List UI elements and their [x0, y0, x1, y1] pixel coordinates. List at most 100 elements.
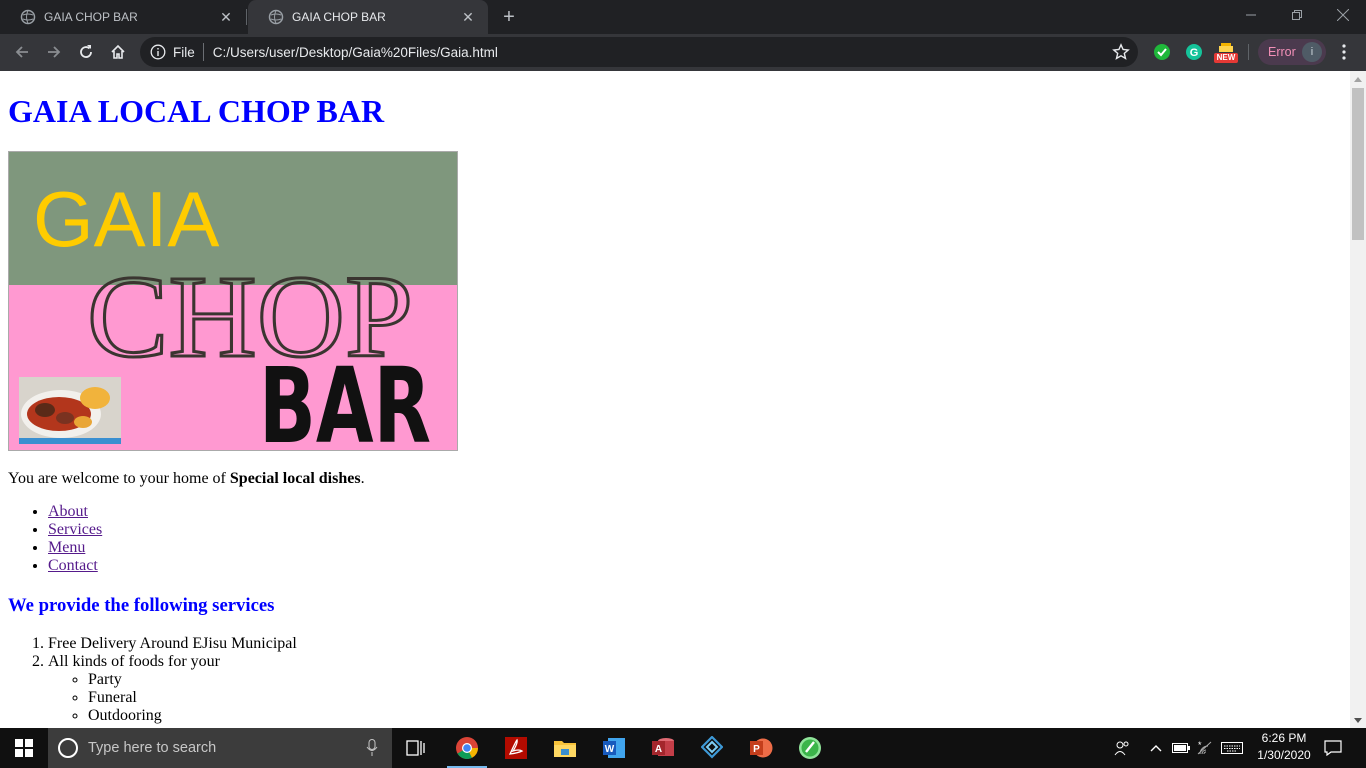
word-icon: W: [603, 738, 625, 758]
omnibox-divider: [202, 43, 204, 61]
services-heading: We provide the following services: [8, 594, 275, 616]
minimize-button[interactable]: [1228, 0, 1274, 30]
keyboard-button[interactable]: [1220, 728, 1244, 768]
acrobat-taskbar-button[interactable]: [492, 728, 540, 768]
new-tab-button[interactable]: +: [496, 5, 522, 29]
reload-icon: [80, 45, 92, 58]
page-title: GAIA LOCAL CHOP BAR: [8, 93, 385, 129]
sourcetree-taskbar-button[interactable]: [688, 728, 736, 768]
powerpoint-icon: P: [750, 738, 773, 758]
restore-button[interactable]: [1274, 0, 1320, 30]
task-view-button[interactable]: [392, 728, 440, 768]
battery-icon: [1172, 743, 1190, 753]
list-item: All kinds of foods for your Party Funera…: [48, 653, 1342, 725]
list-item: About: [48, 503, 1342, 521]
svg-text:W: W: [605, 744, 615, 755]
acrobat-icon: [505, 737, 527, 759]
toolbar-divider: [1248, 44, 1249, 60]
tab-title: GAIA CHOP BAR: [44, 10, 138, 24]
word-taskbar-button[interactable]: W: [590, 728, 638, 768]
occasions-list: Party Funeral Outdooring: [88, 671, 1342, 725]
close-tab-icon[interactable]: ✕: [460, 9, 476, 25]
browser-tab-1[interactable]: GAIA CHOP BAR ✕: [0, 0, 246, 34]
people-button[interactable]: [1110, 728, 1134, 768]
menu-button[interactable]: [1334, 42, 1354, 62]
scroll-down-arrow-icon[interactable]: [1350, 712, 1366, 728]
list-item: Outdooring: [88, 707, 1342, 725]
close-tab-icon[interactable]: ✕: [218, 9, 234, 25]
list-item: Party: [88, 671, 1342, 689]
nav-link-list: About Services Menu Contact: [48, 503, 1342, 575]
forward-arrow-icon: [48, 46, 61, 58]
chrome-taskbar-button[interactable]: [443, 728, 491, 768]
cortana-circle-icon: [58, 738, 78, 758]
grammarly-icon[interactable]: G: [1184, 42, 1204, 62]
food-photo: [19, 376, 121, 444]
chevron-up-icon: [1150, 745, 1162, 752]
new-badge-extension-icon[interactable]: NEW: [1213, 40, 1239, 66]
battery-status[interactable]: [1170, 728, 1192, 768]
contact-link[interactable]: Contact: [48, 557, 98, 574]
windows-taskbar: Type here to search W A P * 6:26 PM 1/30…: [0, 728, 1366, 768]
new-badge-label: NEW: [1216, 53, 1236, 62]
forward-button[interactable]: [40, 38, 68, 66]
url-text[interactable]: C:/Users/user/Desktop/Gaia%20Files/Gaia.…: [213, 45, 498, 60]
notepadpp-taskbar-button[interactable]: [786, 728, 834, 768]
scroll-up-arrow-icon[interactable]: [1350, 71, 1366, 87]
info-icon[interactable]: [150, 44, 166, 60]
wifi-status[interactable]: *: [1194, 728, 1216, 768]
list-item: Services: [48, 521, 1342, 539]
close-window-button[interactable]: [1320, 0, 1366, 30]
welcome-suffix: .: [360, 469, 365, 487]
page-viewport: GAIA LOCAL CHOP BAR GAIA CHOP BAR You ar…: [0, 71, 1350, 728]
powerpoint-taskbar-button[interactable]: P: [737, 728, 785, 768]
windows-logo-icon: [15, 739, 33, 757]
scheme-label: File: [173, 44, 195, 60]
service-text: All kinds of foods for your: [48, 652, 220, 670]
system-clock[interactable]: 6:26 PM 1/30/2020: [1244, 730, 1324, 764]
about-link[interactable]: About: [48, 503, 88, 520]
home-icon: [111, 44, 125, 59]
bookmark-star-icon[interactable]: [1112, 43, 1130, 61]
back-button[interactable]: [8, 38, 36, 66]
banner-word-gaia: GAIA: [33, 175, 219, 263]
svg-text:G: G: [1190, 47, 1199, 59]
file-explorer-icon: [554, 741, 576, 757]
search-placeholder: Type here to search: [88, 740, 217, 756]
show-hidden-icons-button[interactable]: [1146, 728, 1166, 768]
start-button[interactable]: [0, 728, 48, 768]
file-explorer-taskbar-button[interactable]: [541, 728, 589, 768]
address-bar[interactable]: File C:/Users/user/Desktop/Gaia%20Files/…: [140, 37, 1138, 67]
access-taskbar-button[interactable]: A: [639, 728, 687, 768]
tab-title: GAIA CHOP BAR: [292, 10, 386, 24]
notepadpp-icon: [799, 737, 821, 759]
welcome-text: You are welcome to your home of Special …: [8, 469, 1342, 489]
keyboard-icon: [1221, 742, 1243, 754]
people-icon: [1114, 741, 1129, 756]
browser-tab-2[interactable]: GAIA CHOP BAR ✕: [248, 0, 488, 34]
taskbar-search-box[interactable]: Type here to search: [48, 728, 392, 768]
task-view-icon: [406, 740, 425, 756]
vertical-scrollbar[interactable]: [1350, 71, 1366, 728]
action-center-button[interactable]: [1320, 728, 1346, 768]
banner-graphic: GAIA CHOP BAR: [9, 151, 457, 451]
browser-toolbar: File C:/Users/user/Desktop/Gaia%20Files/…: [0, 34, 1366, 71]
scrollbar-thumb[interactable]: [1352, 88, 1364, 240]
clock-date: 1/30/2020: [1257, 748, 1311, 762]
notification-icon: [1324, 740, 1342, 756]
svg-text:*: *: [1198, 740, 1202, 750]
profile-status-label: Error: [1268, 45, 1296, 59]
microphone-icon[interactable]: [366, 739, 378, 757]
banner-word-bar: BAR: [259, 345, 431, 451]
reload-button[interactable]: [72, 38, 100, 66]
menu-link[interactable]: Menu: [48, 539, 85, 556]
services-link[interactable]: Services: [48, 521, 102, 538]
tab-separator: [246, 9, 247, 25]
profile-error-chip[interactable]: Error i: [1258, 39, 1326, 65]
service-text: Free Delivery Around EJisu Municipal: [48, 634, 297, 652]
home-button[interactable]: [104, 38, 132, 66]
kebab-menu-icon: [1342, 44, 1346, 60]
services-list: Free Delivery Around EJisu Municipal All…: [48, 635, 1342, 725]
check-extension-icon[interactable]: [1152, 42, 1172, 62]
back-arrow-icon: [15, 46, 28, 58]
